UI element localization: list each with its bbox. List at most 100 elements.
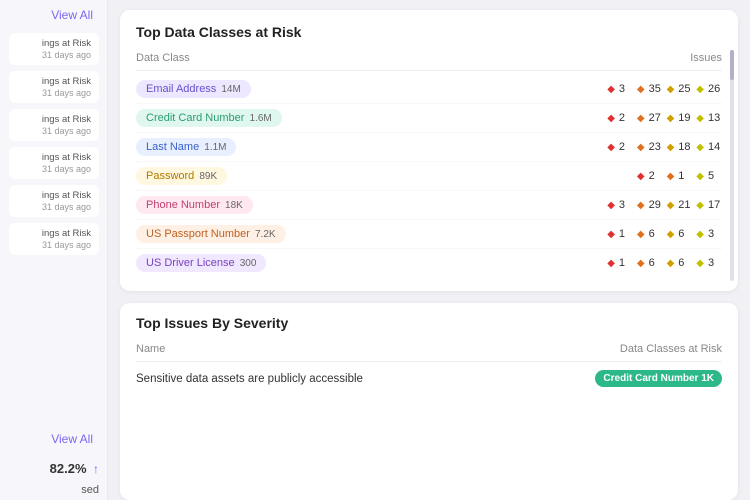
issues-row: ◆3◆29◆21◆17 bbox=[607, 199, 722, 211]
sidebar-item-4[interactable]: ings at Risk 31 days ago bbox=[9, 185, 99, 217]
top-data-classes-card: Top Data Classes at Risk Data Class Issu… bbox=[120, 10, 738, 291]
issues-row: ◆2◆1◆5 bbox=[637, 170, 722, 182]
data-class-badge: US Driver License 300 bbox=[136, 254, 266, 272]
orange-diamond-icon: ◆ bbox=[637, 200, 645, 211]
orange-count: 23 bbox=[649, 141, 663, 153]
sidebar-item-label: ings at Risk bbox=[17, 114, 91, 125]
issues-rows: Sensitive data assets are publicly acces… bbox=[136, 362, 722, 395]
issues-row: ◆1◆6◆6◆3 bbox=[607, 228, 722, 240]
data-class-table: Data Class Issues Email Address 14M ◆ 3 ◆ 3… bbox=[136, 52, 722, 277]
red-count: 2 bbox=[619, 141, 633, 153]
table-row[interactable]: US Passport Number 7.2K ◆1◆6◆6◆3 bbox=[136, 220, 722, 249]
sidebar-items: ings at Risk 31 days ago ings at Risk 31… bbox=[0, 30, 107, 258]
main-content: Top Data Classes at Risk Data Class Issu… bbox=[108, 0, 750, 500]
red-count: 3 bbox=[619, 83, 633, 95]
sidebar-item-date: 31 days ago bbox=[17, 126, 91, 136]
col-name-header: Name bbox=[136, 343, 165, 355]
sidebar-item-date: 31 days ago bbox=[17, 202, 91, 212]
badge-count: 7.2K bbox=[255, 229, 276, 240]
gold-diamond-icon: ◆ bbox=[696, 229, 704, 240]
data-class-badge: Credit Card Number 1.6M bbox=[136, 109, 282, 127]
top-issues-card: Top Issues By Severity Name Data Classes… bbox=[120, 303, 738, 500]
data-class-badge: Last Name 1.1M bbox=[136, 138, 236, 156]
gold-diamond-icon: ◆ bbox=[696, 171, 704, 182]
orange-count: 27 bbox=[649, 112, 663, 124]
red-diamond-icon: ◆ bbox=[607, 113, 615, 124]
issues-table-row[interactable]: Sensitive data assets are publicly acces… bbox=[136, 362, 722, 395]
badge-count: 89K bbox=[199, 171, 217, 182]
yellow-count: 19 bbox=[678, 112, 692, 124]
issue-name: Sensitive data assets are publicly acces… bbox=[136, 373, 363, 385]
sidebar-item-2[interactable]: ings at Risk 31 days ago bbox=[9, 109, 99, 141]
sidebar-item-date: 31 days ago bbox=[17, 164, 91, 174]
sidebar-view-all-top[interactable]: View All bbox=[0, 0, 107, 30]
red-diamond-icon: ◆ bbox=[607, 229, 615, 240]
red-diamond-icon: ◆ bbox=[637, 171, 645, 182]
data-class-badge: Password 89K bbox=[136, 167, 227, 185]
gold-count: 13 bbox=[708, 112, 722, 124]
issues-row: ◆2◆23◆18◆14 bbox=[607, 141, 722, 153]
card-scrollbar-thumb bbox=[730, 50, 734, 80]
bottom-table-header: Name Data Classes at Risk bbox=[136, 343, 722, 362]
red-diamond-icon: ◆ bbox=[607, 142, 615, 153]
yellow-count: 21 bbox=[678, 199, 692, 211]
sidebar-item-0[interactable]: ings at Risk 31 days ago bbox=[9, 33, 99, 65]
top-issues-title: Top Issues By Severity bbox=[136, 315, 722, 331]
card-scrollbar[interactable] bbox=[730, 50, 734, 281]
table-row[interactable]: Credit Card Number 1.6M ◆2◆27◆19◆13 bbox=[136, 104, 722, 133]
sidebar-item-1[interactable]: ings at Risk 31 days ago bbox=[9, 71, 99, 103]
issues-row: ◆2◆27◆19◆13 bbox=[607, 112, 722, 124]
sidebar-item-5[interactable]: ings at Risk 31 days ago bbox=[9, 223, 99, 255]
sidebar-item-date: 31 days ago bbox=[17, 240, 91, 250]
red-diamond-icon: ◆ bbox=[607, 84, 615, 95]
issues-row: ◆3◆35◆25◆26 bbox=[607, 83, 722, 95]
orange-diamond-icon: ◆ bbox=[637, 258, 645, 269]
data-class-badge: Email Address 14M bbox=[136, 80, 251, 98]
yellow-count: 6 bbox=[678, 228, 692, 240]
gold-diamond-icon: ◆ bbox=[696, 200, 704, 211]
orange-count: 35 bbox=[649, 83, 663, 95]
sidebar-view-all-bottom[interactable]: View All bbox=[0, 424, 107, 454]
red-count: 2 bbox=[619, 112, 633, 124]
red-count: 1 bbox=[619, 228, 633, 240]
top-data-classes-title: Top Data Classes at Risk bbox=[136, 24, 722, 40]
table-row[interactable]: Last Name 1.1M ◆2◆23◆18◆14 bbox=[136, 133, 722, 162]
sidebar-item-label: ings at Risk bbox=[17, 228, 91, 239]
orange-count: 29 bbox=[649, 199, 663, 211]
badge-count: 1.6M bbox=[249, 113, 271, 124]
orange-count: 6 bbox=[649, 228, 663, 240]
table-row[interactable]: Email Address 14M ◆3◆35◆25◆26 bbox=[136, 75, 722, 104]
sidebar-item-3[interactable]: ings at Risk 31 days ago bbox=[9, 147, 99, 179]
gold-diamond-icon: ◆ bbox=[696, 142, 704, 153]
col-data-class-header: Data Class bbox=[136, 52, 690, 64]
col-dc-risk-header: Data Classes at Risk bbox=[620, 343, 722, 355]
red-count: 1 bbox=[619, 257, 633, 269]
orange-diamond-icon: ◆ bbox=[637, 113, 645, 124]
issue-badge: Credit Card Number 1K bbox=[595, 370, 722, 387]
sidebar-stats: 82.2% ↑ bbox=[0, 454, 107, 484]
orange-count: 1 bbox=[678, 170, 692, 182]
gold-diamond-icon: ◆ bbox=[696, 84, 704, 95]
gold-count: 3 bbox=[708, 228, 722, 240]
red-diamond-icon: ◆ bbox=[607, 258, 615, 269]
badge-count: 300 bbox=[240, 258, 257, 269]
yellow-diamond-icon: ◆ bbox=[667, 84, 675, 95]
stat-value: 82.2% bbox=[50, 461, 87, 476]
gold-count: 17 bbox=[708, 199, 722, 211]
orange-diamond-icon: ◆ bbox=[667, 171, 675, 182]
red-count: 2 bbox=[649, 170, 663, 182]
sidebar-item-label: ings at Risk bbox=[17, 152, 91, 163]
table-row[interactable]: Phone Number 18K ◆3◆29◆21◆17 bbox=[136, 191, 722, 220]
sidebar-item-date: 31 days ago bbox=[17, 50, 91, 60]
gold-count: 14 bbox=[708, 141, 722, 153]
data-class-rows: Email Address 14M ◆3◆35◆25◆26 Credit Car… bbox=[136, 75, 722, 277]
yellow-count: 25 bbox=[678, 83, 692, 95]
badge-count: 1.1M bbox=[204, 142, 226, 153]
sidebar-item-label: ings at Risk bbox=[17, 76, 91, 87]
issues-row: ◆1◆6◆6◆3 bbox=[607, 257, 722, 269]
col-issues-header: Issues bbox=[690, 52, 722, 64]
table-row[interactable]: Password 89K ◆2◆1◆5 bbox=[136, 162, 722, 191]
sidebar-item-label: ings at Risk bbox=[17, 38, 91, 49]
yellow-diamond-icon: ◆ bbox=[667, 142, 675, 153]
table-row[interactable]: US Driver License 300 ◆1◆6◆6◆3 bbox=[136, 249, 722, 277]
